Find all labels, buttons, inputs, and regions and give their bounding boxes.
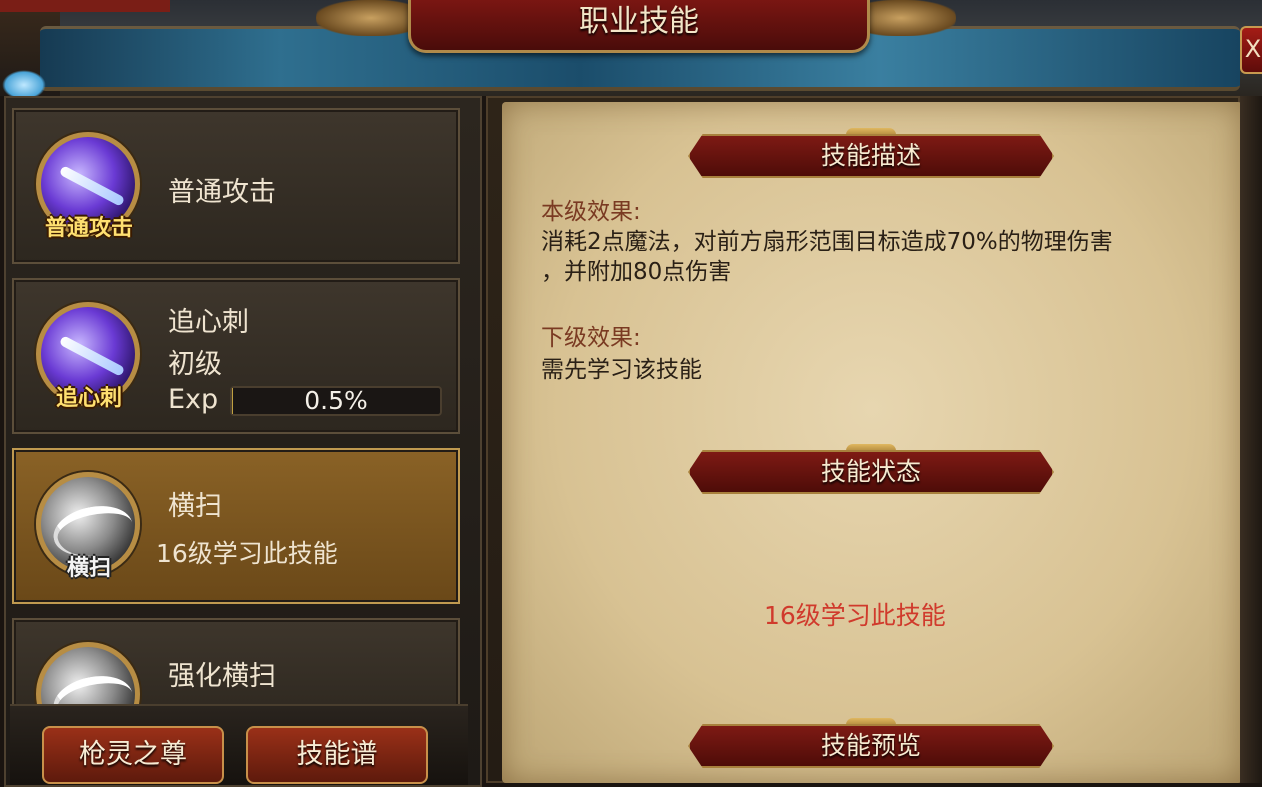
exp-progress-bar: 0.5%: [230, 386, 442, 416]
skill-icon-label: 追心刺: [55, 385, 122, 411]
current-level-text: 消耗2点魔法，对前方扇形范围目标造成70%的物理伤害: [541, 229, 1113, 255]
skill-name: 强化横扫: [168, 661, 276, 692]
window-title-plate: 职业技能: [408, 0, 870, 53]
exp-progress-text: 0.5%: [304, 386, 368, 415]
close-button[interactable]: X: [1240, 26, 1262, 74]
next-level-text: 需先学习该技能: [541, 357, 702, 383]
skill-name: 普通攻击: [168, 177, 276, 208]
right-frame-edge: [1240, 96, 1262, 783]
skill-description-header: 技能描述: [688, 134, 1054, 178]
skill-icon-label: 普通攻击: [44, 215, 133, 241]
spear-spirit-button[interactable]: 枪灵之尊: [42, 726, 224, 784]
bottom-button-bar: 枪灵之尊 技能谱: [10, 704, 468, 785]
skill-status-header: 技能状态: [688, 450, 1054, 494]
skill-name: 追心刺: [168, 307, 249, 338]
skill-card-heart-thrust[interactable]: 追心刺 追心刺 初级 Exp 0.5%: [12, 278, 460, 434]
skill-level: 初级: [168, 349, 222, 380]
skill-requirement: 16级学习此技能: [156, 539, 338, 568]
current-level-text-cont: ，并附加80点伤害: [541, 259, 732, 285]
skill-status-text: 16级学习此技能: [764, 601, 946, 630]
skill-card-sweep[interactable]: 横扫 横扫 16级学习此技能: [12, 448, 460, 604]
window-title: 职业技能: [579, 4, 699, 39]
top-left-strip: [0, 0, 170, 12]
skill-icon-label: 横扫: [66, 555, 111, 581]
next-level-label: 下级效果:: [541, 325, 641, 351]
skill-name: 横扫: [168, 491, 222, 522]
skill-preview-header[interactable]: 技能预览: [688, 724, 1054, 768]
current-level-label: 本级效果:: [541, 199, 641, 225]
skill-card-normal-attack[interactable]: 普通攻击 普通攻击: [12, 108, 460, 264]
exp-label: Exp: [168, 384, 219, 415]
skill-book-button[interactable]: 技能谱: [246, 726, 428, 784]
